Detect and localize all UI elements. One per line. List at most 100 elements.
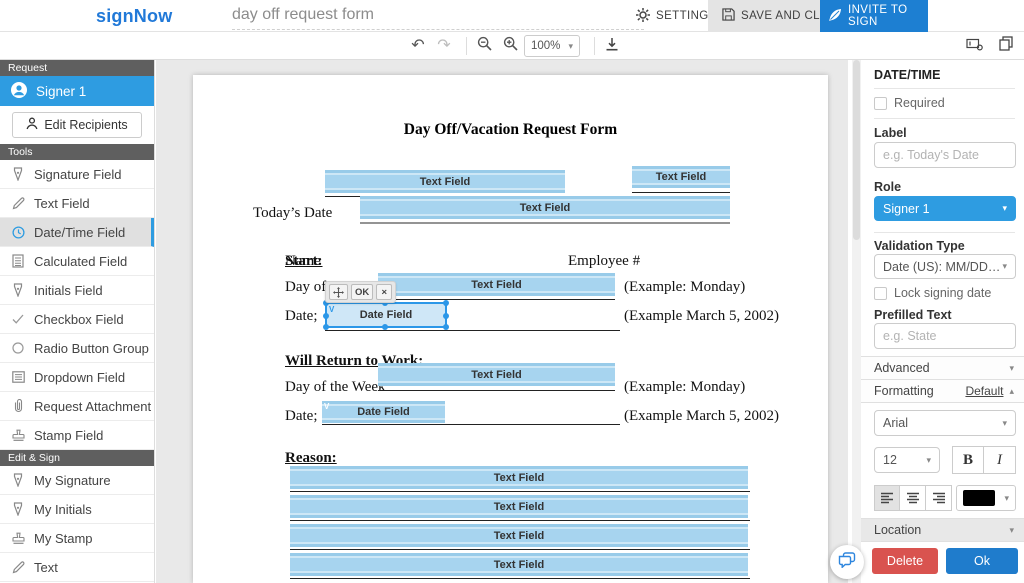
sidebar-item-text-field[interactable]: Text Field [0, 189, 154, 218]
sidebar-item-signature-field[interactable]: Signature Field [0, 160, 154, 189]
gear-icon [636, 8, 650, 25]
download-button[interactable] [600, 35, 624, 57]
align-right-button[interactable] [926, 485, 952, 511]
sidebar-item-label: Signature Field [34, 167, 121, 182]
date-field-selected[interactable]: V Date Field [325, 302, 447, 328]
sidebar-item-label: Stamp Field [34, 428, 103, 443]
toolbar-divider [466, 37, 467, 55]
move-handle[interactable] [329, 284, 348, 300]
prefilled-text-input[interactable] [874, 323, 1016, 349]
sidebar-item-request-attachment[interactable]: Request Attachment [0, 392, 154, 421]
date-field-2[interactable]: V Date Field [322, 401, 445, 423]
field-ok-button[interactable]: OK [351, 284, 373, 300]
sidebar-item-datetime-field[interactable]: Date/Time Field [0, 218, 154, 247]
role-heading: Role [874, 180, 901, 194]
zoom-level-select[interactable]: 100% ▾ [524, 35, 580, 57]
required-checkbox[interactable] [874, 97, 887, 110]
lock-signing-date-checkbox[interactable] [874, 287, 887, 300]
radio-circle-icon [10, 342, 26, 354]
sidebar-item-calculated-field[interactable]: Calculated Field [0, 247, 154, 276]
text-field-reason-2[interactable]: Text Field [290, 495, 748, 518]
italic-button[interactable]: I [984, 446, 1016, 474]
delete-button[interactable]: Delete [872, 548, 938, 574]
redo-button[interactable]: ↷ [432, 35, 456, 57]
resize-handle[interactable] [443, 313, 449, 319]
clock-icon [10, 226, 26, 239]
sidebar-item-initials-field[interactable]: Initials Field [0, 276, 154, 305]
validation-type-select[interactable]: Date (US): MM/DD/YY… ▾ [874, 254, 1016, 279]
color-swatch [963, 490, 995, 506]
required-label: Required [894, 96, 945, 110]
text-field-reason-3[interactable]: Text Field [290, 524, 748, 547]
divider [874, 118, 1015, 119]
chat-button[interactable] [830, 545, 864, 579]
text-field-todays-date[interactable]: Text Field [360, 196, 730, 219]
role-select[interactable]: Signer 1 ▾ [874, 196, 1016, 221]
invite-to-sign-button[interactable]: INVITE TO SIGN [820, 0, 928, 32]
font-color-select[interactable]: ▾ [956, 485, 1016, 511]
text-field-reason-4[interactable]: Text Field [290, 553, 748, 576]
text-field-day-of-week-1[interactable]: Text Field [378, 273, 615, 296]
example-monday: (Example: Monday) [624, 279, 745, 296]
field-label: Text Field [494, 472, 545, 484]
text-field-employee[interactable]: Text Field [632, 166, 730, 188]
text-field-name[interactable]: Text Field [325, 170, 565, 193]
resize-handle[interactable] [443, 300, 449, 306]
pages-button[interactable] [994, 35, 1018, 57]
field-label: Text Field [420, 176, 471, 188]
resize-handle[interactable] [323, 313, 329, 319]
lock-signing-date-row[interactable]: Lock signing date [874, 286, 991, 300]
sidebar-item-label: Request Attachment [34, 399, 151, 414]
text-field-day-of-week-2[interactable]: Text Field [378, 363, 615, 386]
sidebar-item-stamp-field[interactable]: Stamp Field [0, 421, 154, 450]
divider [874, 232, 1015, 233]
stamp-icon [10, 429, 26, 442]
sidebar-item-signer1[interactable]: Signer 1 [0, 76, 154, 106]
edit-recipients-button[interactable]: Edit Recipients [12, 112, 142, 138]
sidebar-item-radio-button-group[interactable]: Radio Button Group [0, 334, 154, 363]
field-properties-button[interactable] [962, 35, 986, 57]
list-icon [10, 371, 26, 383]
font-family-select[interactable]: Arial ▾ [874, 410, 1016, 436]
font-size-select[interactable]: 12 ▾ [874, 447, 940, 473]
bold-button[interactable]: B [952, 446, 984, 474]
signnow-logo: signNow [96, 6, 172, 27]
advanced-label: Advanced [874, 361, 930, 375]
day-of-week-label: Day of the Week [285, 379, 386, 396]
sidebar-item-dropdown-field[interactable]: Dropdown Field [0, 363, 154, 392]
zoom-level-value: 100% [531, 40, 560, 52]
signnow-editor: signNow day off request form SETTINGS SA… [0, 0, 1024, 583]
sidebar-item-checkbox-field[interactable]: Checkbox Field [0, 305, 154, 334]
document-title-input[interactable]: day off request form [232, 6, 644, 30]
todays-date-label: Today’s Date [253, 205, 332, 222]
sidebar-item-my-initials[interactable]: My Initials [0, 495, 154, 524]
chevron-down-icon: ▾ [1009, 364, 1014, 373]
validation-corner-marker: V [329, 305, 334, 314]
label-input[interactable] [874, 142, 1016, 168]
align-left-button[interactable] [874, 485, 900, 511]
sidebar-item-my-signature[interactable]: My Signature [0, 466, 154, 495]
text-field-reason-1[interactable]: Text Field [290, 466, 748, 489]
align-center-button[interactable] [900, 485, 926, 511]
form-line [360, 222, 730, 224]
advanced-accordion[interactable]: Advanced ▾ [861, 356, 1024, 380]
field-close-button[interactable]: × [376, 284, 392, 300]
example-march: (Example March 5, 2002) [624, 308, 779, 325]
formatting-accordion[interactable]: Formatting Default ▴ [861, 379, 1024, 403]
zoom-in-button[interactable] [498, 35, 522, 57]
location-accordion[interactable]: Location ▾ [861, 518, 1024, 542]
zoom-out-button[interactable] [472, 35, 496, 57]
sidebar-item-my-stamp[interactable]: My Stamp [0, 524, 154, 553]
edit-recipients-label: Edit Recipients [44, 118, 127, 132]
undo-icon: ↶ [411, 38, 424, 54]
panel-scrollbar[interactable] [852, 60, 861, 583]
required-checkbox-row[interactable]: Required [874, 96, 945, 110]
sidebar-item-text[interactable]: Text [0, 553, 154, 582]
scrollbar-thumb[interactable] [853, 60, 860, 240]
sidebar-item-label: Date/Time Field [34, 225, 125, 240]
ok-button[interactable]: Ok [946, 548, 1018, 574]
pencil-icon [10, 561, 26, 574]
undo-button[interactable]: ↶ [406, 35, 430, 57]
example-march: (Example March 5, 2002) [624, 408, 779, 425]
formatting-default-link[interactable]: Default [965, 384, 1003, 398]
